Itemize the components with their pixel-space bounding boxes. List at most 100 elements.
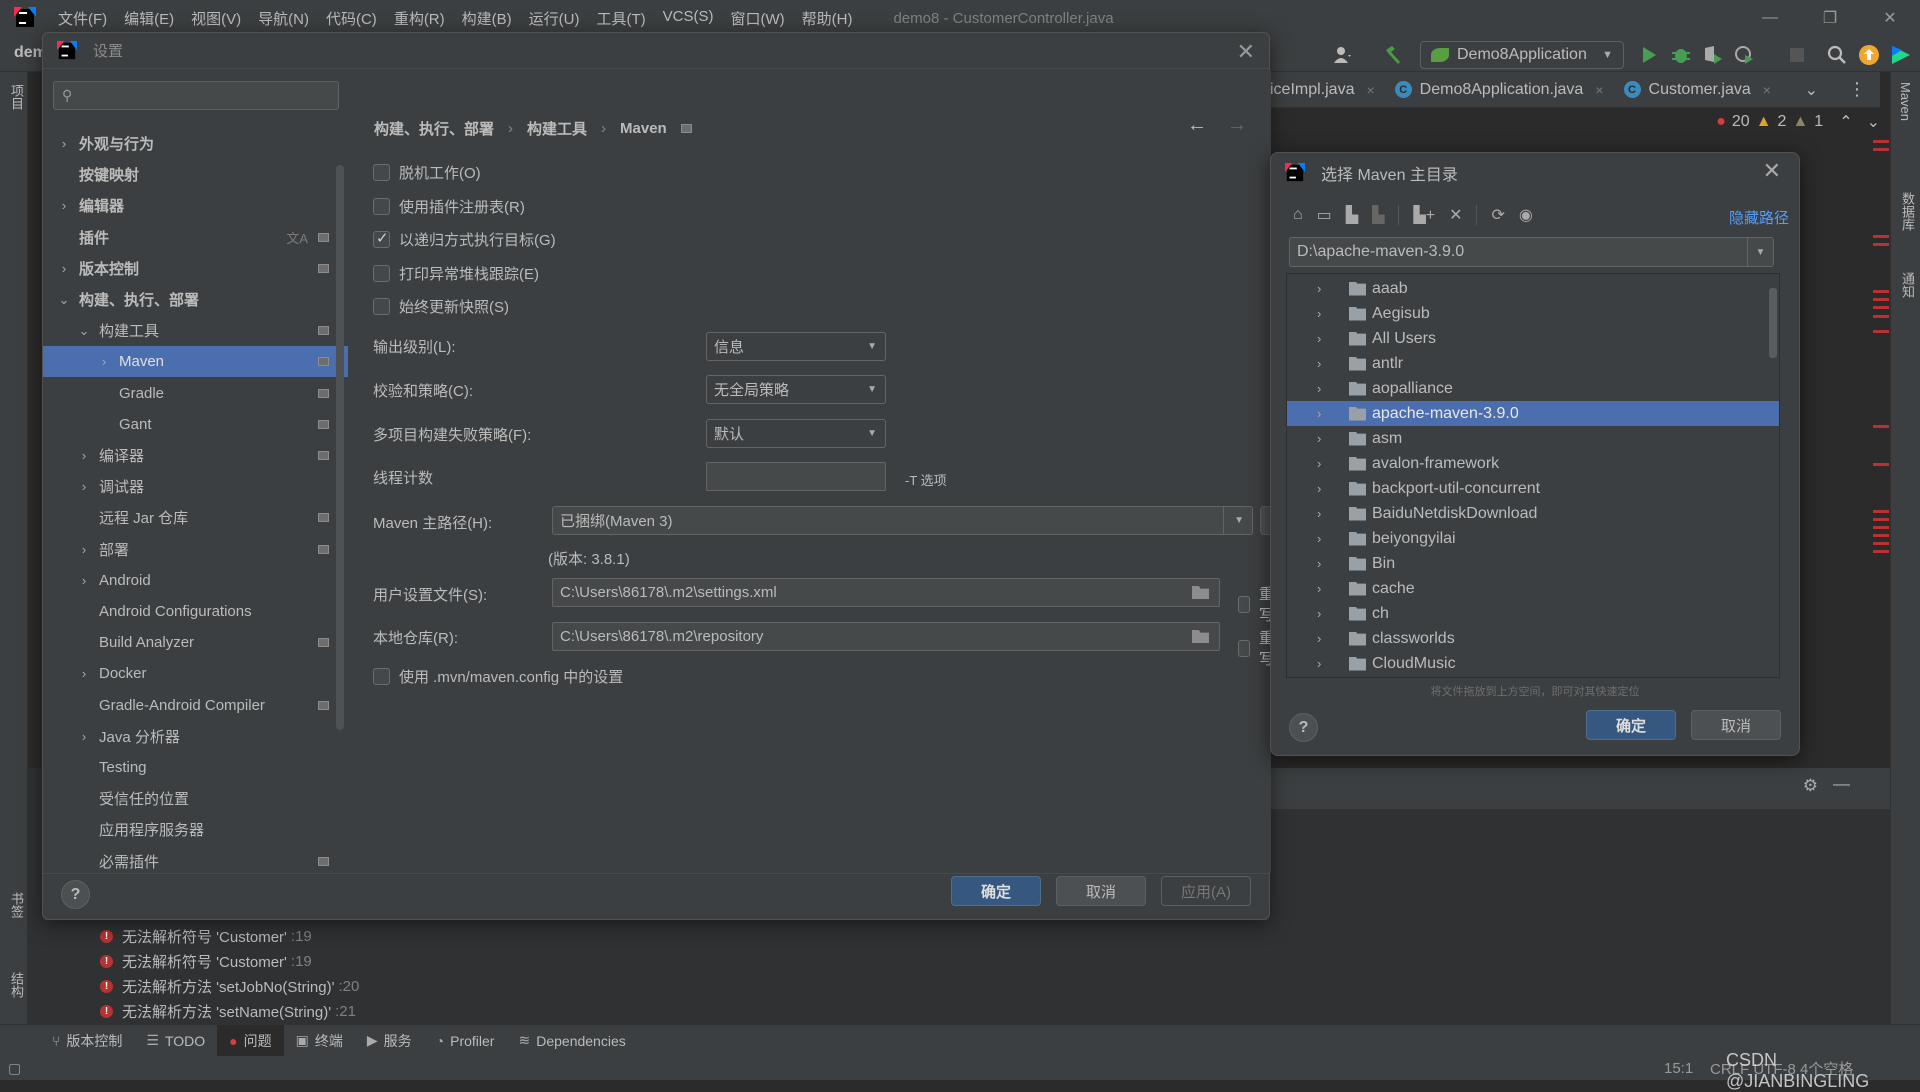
menu-item[interactable]: 重构(R) bbox=[394, 8, 445, 29]
folder-row[interactable]: › CloudMusic bbox=[1287, 651, 1779, 676]
close-tab-icon[interactable]: × bbox=[1763, 82, 1771, 98]
folder-row[interactable]: › aaab bbox=[1287, 276, 1779, 301]
run-icon[interactable] bbox=[1638, 44, 1660, 66]
error-stripe-mark[interactable] bbox=[1873, 330, 1889, 333]
sidebar-item[interactable]: › Maven bbox=[43, 346, 348, 378]
update-icon[interactable] bbox=[1858, 44, 1880, 66]
caret-position[interactable]: 15:1 bbox=[1664, 1060, 1693, 1077]
editor-tab[interactable]: iceImpl.java × bbox=[1270, 81, 1375, 99]
menu-item[interactable]: 文件(F) bbox=[58, 8, 107, 29]
project-tool-button[interactable]: 项目 bbox=[7, 84, 26, 110]
forward-arrow-icon[interactable]: → bbox=[1227, 114, 1247, 137]
previous-problem-icon[interactable]: ⌃ bbox=[1839, 112, 1852, 132]
cancel-button[interactable]: 取消 bbox=[1056, 876, 1146, 906]
coverage-icon[interactable] bbox=[1702, 44, 1724, 66]
editor-tab[interactable]: C Demo8Application.java × bbox=[1394, 81, 1604, 99]
checkbox[interactable] bbox=[373, 298, 390, 315]
maven-tool-button[interactable]: Maven bbox=[1898, 82, 1913, 121]
error-stripe-mark[interactable] bbox=[1873, 235, 1889, 238]
error-stripe-mark[interactable] bbox=[1873, 550, 1889, 553]
folder-row[interactable]: › antlr bbox=[1287, 351, 1779, 376]
folder-row[interactable]: › apache-maven-3.9.0 bbox=[1287, 401, 1779, 426]
sidebar-item[interactable]: 应用程序服务器 bbox=[43, 814, 348, 845]
folder-row[interactable]: › cache bbox=[1287, 576, 1779, 601]
option-checkbox[interactable]: 始终更新快照(S) bbox=[373, 296, 509, 317]
chevron-right-icon[interactable]: › bbox=[1317, 556, 1337, 571]
close-window-button[interactable]: ✕ bbox=[1860, 8, 1920, 28]
menu-item[interactable]: 构建(B) bbox=[462, 8, 512, 29]
breadcrumb-item[interactable]: 构建、执行、部署 bbox=[374, 118, 494, 139]
chevron-right-icon[interactable]: › bbox=[1317, 356, 1337, 371]
chevron-down-icon[interactable]: ▼ bbox=[1747, 238, 1773, 266]
folder-row[interactable]: › aopalliance bbox=[1287, 376, 1779, 401]
chevron-right-icon[interactable]: › bbox=[1317, 331, 1337, 346]
error-stripe-mark[interactable] bbox=[1873, 425, 1889, 428]
tool-tab[interactable]: ≋ Dependencies bbox=[506, 1025, 637, 1057]
error-stripe-mark[interactable] bbox=[1873, 148, 1889, 151]
sidebar-item[interactable]: › 外观与行为 bbox=[43, 128, 348, 159]
checkbox[interactable] bbox=[1238, 595, 1250, 613]
menu-item[interactable]: 窗口(W) bbox=[730, 8, 784, 29]
tool-tab[interactable]: ● 问题 bbox=[217, 1024, 284, 1057]
back-arrow-icon[interactable]: ← bbox=[1187, 114, 1207, 137]
checkbox[interactable] bbox=[373, 668, 390, 685]
error-stripe-mark[interactable] bbox=[1873, 542, 1889, 545]
toolbox-icon[interactable] bbox=[1890, 44, 1912, 66]
sidebar-scrollbar[interactable] bbox=[336, 165, 344, 730]
folder-open-icon[interactable] bbox=[1192, 630, 1209, 643]
structure-tool-button[interactable]: 结构 bbox=[7, 972, 26, 998]
chevron-right-icon[interactable]: › bbox=[1317, 456, 1337, 471]
delete-icon[interactable]: ✕ bbox=[1449, 205, 1462, 225]
close-tab-icon[interactable]: × bbox=[1595, 82, 1603, 98]
folder-open-icon[interactable] bbox=[1192, 586, 1209, 599]
build-hammer-icon[interactable] bbox=[1382, 44, 1404, 66]
close-icon[interactable]: ✕ bbox=[1763, 158, 1781, 184]
output-level-select[interactable]: 信息 ▼ bbox=[706, 332, 886, 361]
checkbox[interactable] bbox=[373, 164, 390, 181]
folder-row[interactable]: › classworlds bbox=[1287, 626, 1779, 651]
tool-tab[interactable]: ◔ Profiler bbox=[424, 1025, 507, 1057]
tool-tab[interactable]: ▶ 服务 bbox=[355, 1025, 424, 1057]
chevron-right-icon[interactable]: › bbox=[1317, 406, 1337, 421]
breadcrumb-item[interactable]: 构建工具 bbox=[527, 118, 587, 139]
menu-item[interactable]: 运行(U) bbox=[529, 8, 580, 29]
sidebar-item[interactable]: Gradle-Android Compiler bbox=[43, 690, 348, 721]
sidebar-item[interactable]: 受信任的位置 bbox=[43, 783, 348, 814]
folder-row[interactable]: › All Users bbox=[1287, 326, 1779, 351]
local-repo-input[interactable]: C:\Users\86178\.m2\repository bbox=[552, 622, 1220, 651]
menu-item[interactable]: 编辑(E) bbox=[124, 8, 174, 29]
home-icon[interactable]: ⌂ bbox=[1293, 206, 1303, 224]
sidebar-item[interactable]: › Docker bbox=[43, 658, 348, 689]
chevron-right-icon[interactable]: › bbox=[1317, 431, 1337, 446]
show-hidden-icon[interactable]: ◉ bbox=[1519, 205, 1533, 225]
checkbox[interactable] bbox=[373, 229, 390, 248]
chevron-right-icon[interactable]: › bbox=[1317, 531, 1337, 546]
folder-row[interactable]: › Bin bbox=[1287, 551, 1779, 576]
ok-button[interactable]: 确定 bbox=[951, 876, 1041, 906]
sidebar-item[interactable]: › 编译器 bbox=[43, 440, 348, 471]
folder-row[interactable]: › asm bbox=[1287, 426, 1779, 451]
run-configuration-selector[interactable]: Demo8Application ▼ bbox=[1420, 41, 1624, 69]
new-folder-icon[interactable]: ▙+ bbox=[1413, 205, 1435, 225]
chevron-right-icon[interactable]: › bbox=[1317, 281, 1337, 296]
error-stripe-mark[interactable] bbox=[1873, 526, 1889, 529]
chooser-cancel-button[interactable]: 取消 bbox=[1691, 710, 1781, 740]
module-folder-icon[interactable]: ▙ bbox=[1372, 205, 1384, 225]
mvn-config-checkbox[interactable]: 使用 .mvn/maven.config 中的设置 bbox=[373, 666, 623, 687]
fail-policy-select[interactable]: 默认 ▼ bbox=[706, 419, 886, 448]
tool-tab[interactable]: ⑂ 版本控制 bbox=[40, 1025, 134, 1057]
folder-row[interactable]: › beiyongyilai bbox=[1287, 526, 1779, 551]
chevron-right-icon[interactable]: › bbox=[1317, 306, 1337, 321]
tree-scrollbar[interactable] bbox=[1769, 288, 1777, 358]
sidebar-item[interactable]: Gradle bbox=[43, 378, 348, 409]
sidebar-item[interactable]: Testing bbox=[43, 752, 348, 783]
menu-item[interactable]: 工具(T) bbox=[596, 8, 645, 29]
error-stripe-mark[interactable] bbox=[1873, 518, 1889, 521]
next-problem-icon[interactable]: ⌄ bbox=[1867, 112, 1880, 132]
minimize-button[interactable]: — bbox=[1740, 9, 1800, 27]
help-button[interactable]: ? bbox=[1289, 713, 1318, 742]
sidebar-item[interactable]: › 版本控制 bbox=[43, 253, 348, 284]
search-icon[interactable] bbox=[1826, 44, 1848, 66]
help-button[interactable]: ? bbox=[61, 880, 90, 909]
profile-icon[interactable] bbox=[1734, 44, 1756, 66]
